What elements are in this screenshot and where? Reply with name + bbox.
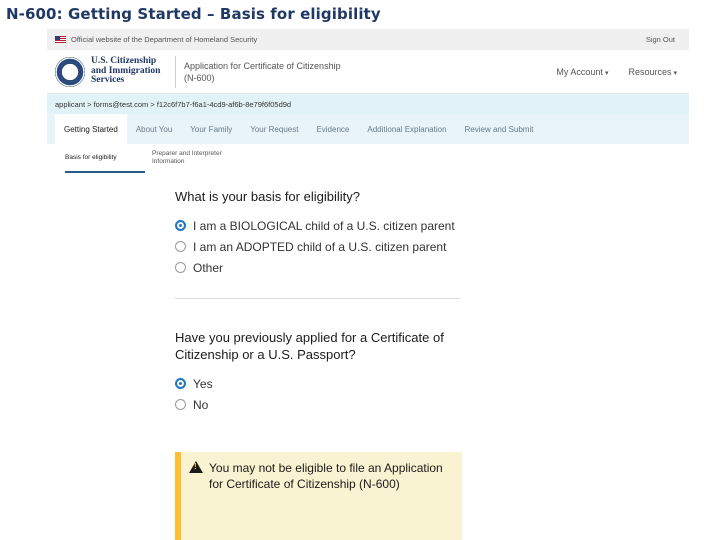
eligibility-question: What is your basis for eligibility? [175,189,360,204]
tab-about-you[interactable]: About You [127,114,181,144]
sign-out-link[interactable]: Sign Out [646,35,675,44]
subtab-preparer-interpreter[interactable]: Preparer and Interpreter Information [152,144,242,173]
radio-option-yes[interactable]: Yes [175,373,465,394]
radio-label: Other [193,260,224,275]
dhs-seal-icon [55,56,85,87]
radio-button[interactable] [175,241,186,252]
radio-label: I am an ADOPTED child of a U.S. citizen … [193,239,447,254]
radio-label: No [193,397,209,412]
subtab-basis-for-eligibility[interactable]: Basis for eligibility [65,144,145,173]
slide-title: N-600: Getting Started – Basis for eligi… [6,5,381,23]
section-divider [175,298,460,299]
my-account-label: My Account [556,66,603,77]
tab-your-request[interactable]: Your Request [241,114,307,144]
warning-icon [189,461,203,473]
tab-evidence[interactable]: Evidence [307,114,358,144]
gov-banner: Official website of the Department of Ho… [47,29,689,50]
radio-button-checked[interactable] [175,378,186,389]
radio-button[interactable] [175,262,186,273]
step-tabs: Getting Started About You Your Family Yo… [47,114,689,144]
radio-option-other[interactable]: Other [175,257,465,278]
breadcrumb: applicant > forms@test.com > f12c6f7b7-f… [47,94,689,114]
agency-logo[interactable]: U.S. Citizenship and Immigration Service… [91,57,171,86]
application-title-line-1: Application for Certificate of Citizensh… [184,60,341,71]
breadcrumb-text: applicant > forms@test.com > f12c6f7b7-f… [55,99,292,109]
eligibility-warning-alert: You may not be eligible to file an Appli… [175,452,462,540]
tab-review-and-submit[interactable]: Review and Submit [456,114,543,144]
alert-text: You may not be eligible to file an Appli… [209,461,443,491]
chevron-down-icon: ▾ [673,69,677,77]
radio-button-checked[interactable] [175,220,186,231]
tab-getting-started[interactable]: Getting Started [55,114,127,144]
radio-option-biological[interactable]: I am a BIOLOGICAL child of a U.S. citize… [175,215,465,236]
tab-additional-explanation[interactable]: Additional Explanation [358,114,455,144]
official-website-text: Official website of the Department of Ho… [71,35,258,44]
application-title-line-2: (N-600) [184,72,215,83]
chevron-down-icon: ▾ [604,69,609,77]
resources-label: Resources [628,66,672,77]
radio-label: Yes [193,376,213,391]
resources-menu[interactable]: Resources ▾ [628,67,677,77]
site-header: U.S. Citizenship and Immigration Service… [47,50,689,94]
sub-tabs: Basis for eligibility Preparer and Inter… [47,144,689,174]
agency-line-3: Services [91,75,125,86]
my-account-menu[interactable]: My Account ▾ [556,67,608,77]
header-nav: My Account ▾ Resources ▾ [556,67,677,77]
header-divider [175,55,176,88]
tab-your-family[interactable]: Your Family [181,114,241,144]
eligibility-form: What is your basis for eligibility? I am… [175,188,465,415]
radio-label: I am a BIOLOGICAL child of a U.S. citize… [193,218,455,233]
us-flag-icon [55,36,66,43]
application-title: Application for Certificate of Citizensh… [184,60,374,84]
radio-option-no[interactable]: No [175,394,465,415]
previous-application-question: Have you previously applied for a Certif… [175,330,444,362]
radio-button[interactable] [175,399,186,410]
radio-option-adopted[interactable]: I am an ADOPTED child of a U.S. citizen … [175,236,465,257]
